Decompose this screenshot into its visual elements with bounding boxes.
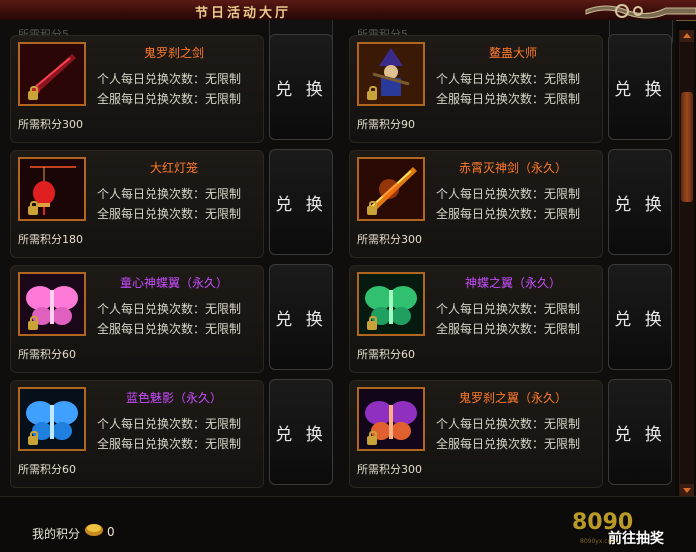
personal-limit: 个人每日兑换次数：无限制 bbox=[97, 417, 242, 431]
personal-limit: 个人每日兑换次数：无限制 bbox=[97, 187, 242, 201]
exchange-button[interactable]: 兑 换 bbox=[269, 149, 333, 255]
item-name: 鬼罗刹之翼（永久） bbox=[458, 391, 567, 405]
item-name: 大红灯笼 bbox=[149, 161, 198, 175]
lock-icon bbox=[28, 316, 38, 330]
server-limit: 全服每日兑换次数：无限制 bbox=[97, 437, 242, 451]
item-icon-frame[interactable] bbox=[18, 157, 86, 221]
server-limit: 全服每日兑换次数：无限制 bbox=[436, 207, 581, 221]
exchange-button[interactable]: 兑 换 bbox=[608, 34, 672, 140]
lock-icon bbox=[367, 86, 377, 100]
personal-limit: 个人每日兑换次数：无限制 bbox=[436, 417, 581, 431]
title-bar: 节日活动大厅 bbox=[0, 0, 696, 21]
item-name: 赤霄灭神剑（永久） bbox=[458, 161, 567, 175]
item-cost: 所需积分60 bbox=[357, 348, 415, 361]
scrollbar[interactable] bbox=[679, 30, 694, 496]
item-name: 鳌蛊大师 bbox=[488, 46, 537, 60]
item-cost: 所需积分300 bbox=[357, 233, 422, 246]
watermark-url: 8090yx.com bbox=[580, 538, 618, 545]
item-cost: 所需积分60 bbox=[18, 348, 76, 361]
server-limit: 全服每日兑换次数：无限制 bbox=[436, 92, 581, 106]
personal-limit: 个人每日兑换次数：无限制 bbox=[436, 72, 581, 86]
item-icon-frame[interactable] bbox=[357, 387, 425, 451]
item-card: 鳌蛊大师个人每日兑换次数：无限制 全服每日兑换次数：无限制所需积分90 bbox=[349, 35, 603, 143]
item-name: 蓝色魅影（永久） bbox=[125, 391, 222, 405]
window-title: 节日活动大厅 bbox=[195, 6, 292, 21]
item-card: 大红灯笼个人每日兑换次数：无限制 全服每日兑换次数：无限制所需积分180 bbox=[10, 150, 264, 258]
item-cost: 所需积分60 bbox=[18, 463, 76, 476]
coin-icon bbox=[85, 524, 103, 536]
item-name: 神蝶之翼（永久） bbox=[464, 276, 561, 290]
item-card: 神蝶之翼（永久） 个人每日兑换次数：无限制 全服每日兑换次数：无限制所需积分60 bbox=[349, 265, 603, 373]
exchange-button[interactable]: 兑 换 bbox=[269, 379, 333, 485]
watermark[interactable]: 8090 前往抽奖 8090yx.com bbox=[572, 510, 696, 551]
scroll-up-icon[interactable] bbox=[680, 30, 694, 42]
item-name: 鬼罗刹之剑 bbox=[143, 46, 204, 60]
personal-limit: 个人每日兑换次数：无限制 bbox=[436, 302, 581, 316]
server-limit: 全服每日兑换次数：无限制 bbox=[436, 437, 581, 451]
my-score-label: 我的积分 bbox=[32, 527, 81, 541]
item-cost: 所需积分90 bbox=[357, 118, 415, 131]
scroll-thumb[interactable] bbox=[681, 92, 693, 202]
item-icon-frame[interactable] bbox=[18, 42, 86, 106]
item-card: 赤霄灭神剑（永久） 个人每日兑换次数：无限制 全服每日兑换次数：无限制所需积分300 bbox=[349, 150, 603, 258]
server-limit: 全服每日兑换次数：无限制 bbox=[436, 322, 581, 336]
exchange-button[interactable]: 兑 换 bbox=[608, 149, 672, 255]
lock-icon bbox=[28, 201, 38, 215]
item-icon-frame[interactable] bbox=[357, 272, 425, 336]
item-cost: 所需积分300 bbox=[18, 118, 83, 131]
item-cost: 所需积分180 bbox=[18, 233, 83, 246]
exchange-list[interactable]: 所需积分5 所需积分5 鬼罗刹之剑个人每日兑换次数：无限制全服每日兑换次数：无限… bbox=[0, 20, 676, 496]
lock-icon bbox=[28, 431, 38, 445]
lock-icon bbox=[367, 316, 377, 330]
exchange-button[interactable]: 兑 换 bbox=[269, 34, 333, 140]
item-name: 童心神蝶翼（永久） bbox=[119, 276, 228, 290]
item-card: 童心神蝶翼（永久） 个人每日兑换次数：无限制 全服每日兑换次数：无限制所需积分60 bbox=[10, 265, 264, 373]
item-icon-frame[interactable] bbox=[357, 157, 425, 221]
server-limit: 全服每日兑换次数：无限制 bbox=[97, 322, 242, 336]
lock-icon bbox=[367, 431, 377, 445]
item-cost: 所需积分300 bbox=[357, 463, 422, 476]
server-limit: 全服每日兑换次数：无限制 bbox=[97, 92, 242, 106]
item-card: 鬼罗刹之剑个人每日兑换次数：无限制 全服每日兑换次数：无限制所需积分300 bbox=[10, 35, 264, 143]
item-icon-frame[interactable] bbox=[18, 272, 86, 336]
exchange-button[interactable]: 兑 换 bbox=[269, 264, 333, 370]
personal-limit: 个人每日兑换次数：无限制 bbox=[97, 72, 242, 86]
my-score-value: 0 bbox=[107, 525, 115, 539]
scroll-down-icon[interactable] bbox=[680, 484, 694, 496]
lock-icon bbox=[28, 86, 38, 100]
item-card: 鬼罗刹之翼（永久） 个人每日兑换次数：无限制 全服每日兑换次数：无限制所需积分300 bbox=[349, 380, 603, 488]
personal-limit: 个人每日兑换次数：无限制 bbox=[436, 187, 581, 201]
item-icon-frame[interactable] bbox=[18, 387, 86, 451]
lock-icon bbox=[367, 201, 377, 215]
item-icon-frame[interactable] bbox=[357, 42, 425, 106]
exchange-button[interactable]: 兑 换 bbox=[608, 264, 672, 370]
item-card: 蓝色魅影（永久） 个人每日兑换次数：无限制 全服每日兑换次数：无限制所需积分60 bbox=[10, 380, 264, 488]
server-limit: 全服每日兑换次数：无限制 bbox=[97, 207, 242, 221]
personal-limit: 个人每日兑换次数：无限制 bbox=[97, 302, 242, 316]
exchange-button[interactable]: 兑 换 bbox=[608, 379, 672, 485]
